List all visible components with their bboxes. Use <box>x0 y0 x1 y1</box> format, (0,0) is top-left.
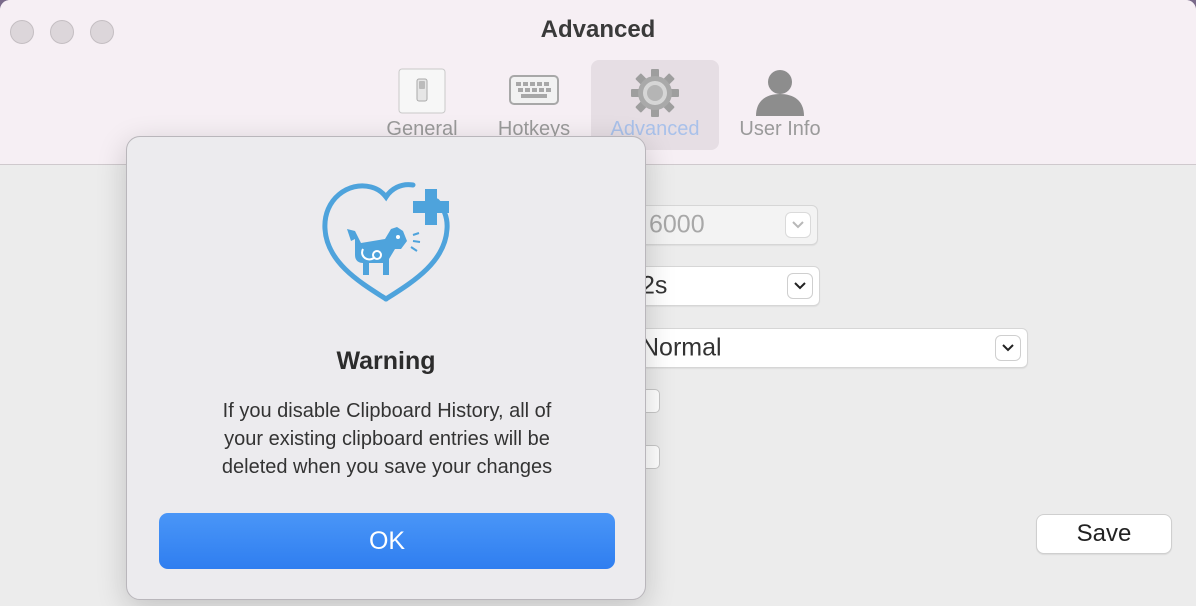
window-title: Advanced <box>540 16 656 43</box>
chevron-down-icon <box>995 335 1021 361</box>
chevron-down-icon <box>787 273 813 299</box>
keyboard-icon <box>509 68 559 113</box>
popup-setting-1[interactable]: 6000 <box>620 205 818 245</box>
popup-setting-1-value: 6000 <box>649 210 705 239</box>
chevron-down-icon <box>785 212 811 238</box>
alert-message: If you disable Clipboard History, all of… <box>167 397 607 481</box>
switch-icon <box>398 68 446 119</box>
alert-message-line: deleted when you save your changes <box>221 456 553 478</box>
warning-alert: Warning If you disable Clipboard History… <box>126 136 646 600</box>
tab-user-info[interactable]: User Info <box>728 60 832 150</box>
person-icon <box>755 68 805 123</box>
ok-button[interactable]: OK <box>159 513 615 569</box>
preferences-window: Advanced General Hotkeys Advanced User I… <box>0 0 1196 606</box>
popup-setting-2[interactable]: 2s <box>620 266 820 306</box>
gear-icon <box>627 68 683 123</box>
popup-setting-3-value: Normal <box>641 333 722 362</box>
popup-setting-3[interactable]: Normal <box>620 328 1028 368</box>
alert-message-line: your existing clipboard entries will be <box>224 428 550 450</box>
tab-user-info-label: User Info <box>739 118 821 140</box>
pet-heart-plus-logo <box>321 179 451 310</box>
save-button[interactable]: Save <box>1036 514 1172 554</box>
alert-title: Warning <box>336 347 436 375</box>
alert-message-line: If you disable Clipboard History, all of <box>222 400 552 422</box>
